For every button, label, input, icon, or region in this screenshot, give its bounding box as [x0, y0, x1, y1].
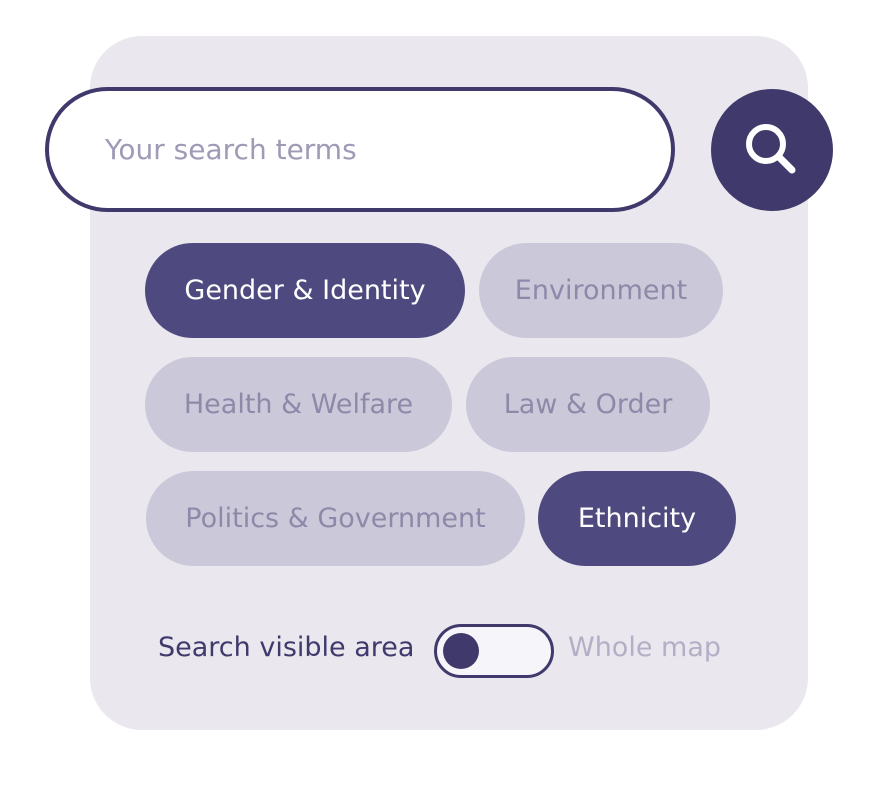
scope-label-visible-area[interactable]: Search visible area: [158, 628, 414, 668]
scope-label-whole-map[interactable]: Whole map: [568, 628, 721, 668]
toggle-knob: [443, 633, 479, 669]
scope-toggle[interactable]: [434, 624, 554, 678]
category-chip-gender-identity[interactable]: Gender & Identity: [145, 243, 465, 338]
category-chip-health-welfare[interactable]: Health & Welfare: [145, 357, 452, 452]
category-chip-law-order[interactable]: Law & Order: [466, 357, 710, 452]
category-chip-ethnicity[interactable]: Ethnicity: [538, 471, 736, 566]
category-chip-environment[interactable]: Environment: [479, 243, 723, 338]
search-widget: Gender & Identity Environment Health & W…: [0, 0, 893, 787]
search-input[interactable]: [105, 133, 671, 166]
search-button[interactable]: [711, 89, 833, 211]
search-icon: [746, 124, 796, 174]
search-field[interactable]: [45, 87, 675, 212]
category-chip-politics-government[interactable]: Politics & Government: [146, 471, 525, 566]
